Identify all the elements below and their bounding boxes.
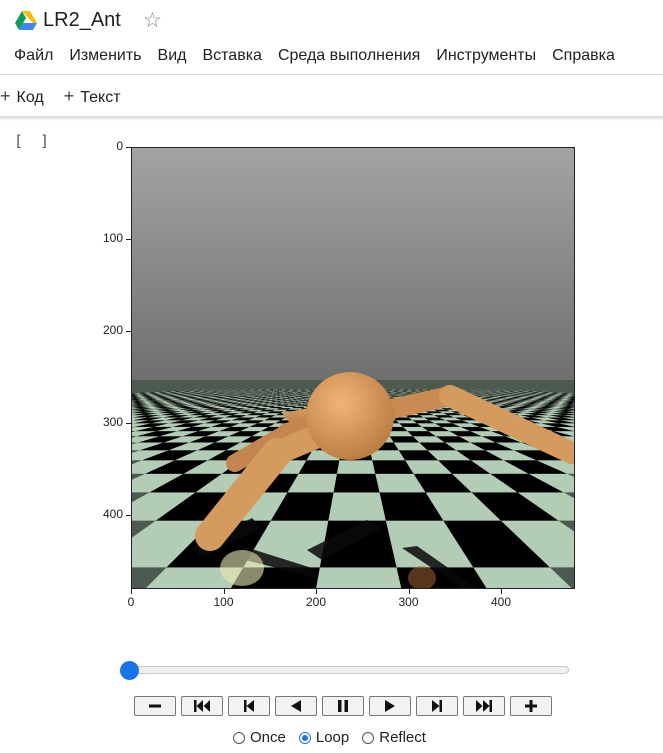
- y-tick-label: 200: [102, 323, 123, 338]
- step-forward-icon: [432, 700, 442, 712]
- play-reverse-button[interactable]: [275, 696, 317, 716]
- radio-label: Loop: [315, 729, 350, 746]
- x-tick-label: 300: [398, 595, 419, 609]
- minus-icon: [149, 704, 161, 708]
- animation-plot: 0 100 200 300 400 0 100 200 300 400: [0, 0, 663, 620]
- previous-frame-button[interactable]: [228, 696, 270, 716]
- y-tick-mark: [126, 331, 131, 333]
- pause-icon: [338, 700, 348, 712]
- play-icon: [385, 700, 395, 712]
- ant-torso: [306, 372, 394, 460]
- play-reverse-icon: [291, 700, 301, 712]
- animation-controls: [134, 696, 552, 716]
- x-tick-mark: [408, 589, 410, 594]
- x-tick-label: 400: [490, 595, 512, 609]
- x-tick-mark: [131, 589, 132, 594]
- radio-label: Reflect: [379, 729, 426, 746]
- y-tick-label: 400: [102, 507, 123, 522]
- play-button[interactable]: [369, 696, 411, 716]
- frame-slider[interactable]: [130, 666, 569, 674]
- increase-speed-button[interactable]: [510, 696, 552, 716]
- radio-loop[interactable]: Loop: [298, 729, 350, 746]
- frame-slider-thumb[interactable]: [120, 661, 139, 680]
- y-tick-mark: [126, 147, 131, 148]
- radio-button[interactable]: [362, 731, 375, 744]
- sky: [132, 148, 574, 381]
- pause-button[interactable]: [322, 696, 364, 716]
- x-tick-label: 200: [305, 595, 327, 609]
- last-frame-button[interactable]: [463, 696, 505, 716]
- radio-reflect[interactable]: Reflect: [362, 729, 426, 746]
- y-tick-mark: [126, 423, 131, 425]
- y-tick-label: 100: [102, 231, 123, 246]
- skip-to-end-icon: [476, 700, 492, 712]
- y-tick-mark: [126, 239, 131, 241]
- x-tick-mark: [501, 589, 502, 594]
- x-tick-label: 100: [213, 595, 234, 609]
- skip-to-start-icon: [194, 700, 210, 712]
- radio-once[interactable]: Once: [233, 729, 286, 746]
- x-tick-label: 0: [127, 595, 135, 609]
- step-back-icon: [244, 700, 254, 712]
- decrease-speed-button[interactable]: [134, 696, 176, 716]
- y-tick-label: 0: [116, 139, 123, 153]
- x-tick-mark: [223, 589, 225, 594]
- radio-label: Once: [250, 729, 286, 746]
- radio-button[interactable]: [233, 731, 245, 744]
- y-tick-label: 300: [102, 415, 123, 430]
- x-tick-mark: [316, 589, 317, 594]
- simulation-frame: [131, 147, 575, 589]
- ant-render-image: [132, 148, 574, 588]
- first-frame-button[interactable]: [181, 696, 223, 716]
- plus-icon: [525, 700, 537, 712]
- next-frame-button[interactable]: [416, 696, 458, 716]
- radio-button[interactable]: [298, 731, 311, 744]
- y-tick-mark: [126, 515, 131, 517]
- loop-mode-selector: Once Loop Reflect: [233, 729, 439, 746]
